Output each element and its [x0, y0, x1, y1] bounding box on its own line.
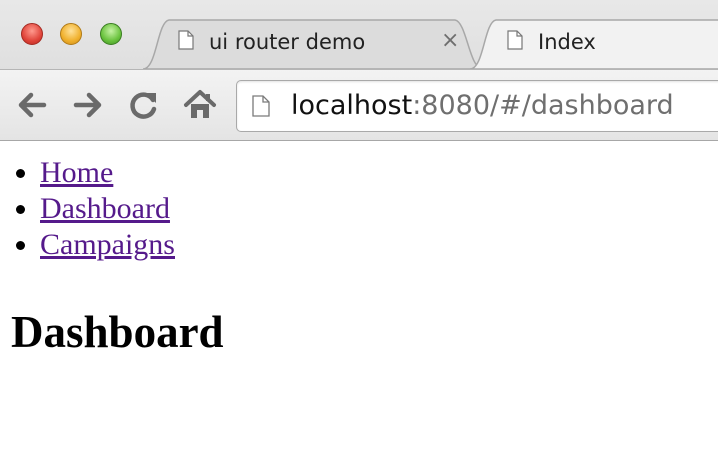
tab-title: ui router demo — [209, 30, 366, 54]
tab-title: Index — [538, 30, 596, 54]
page-icon — [507, 30, 523, 50]
zoom-window-button[interactable] — [100, 23, 122, 45]
page-content: Home Dashboard Campaigns Dashboard — [0, 141, 718, 466]
forward-arrow-icon[interactable] — [70, 87, 106, 123]
dashboard-link[interactable]: Dashboard — [40, 192, 170, 225]
url-host: localhost — [291, 90, 413, 121]
page-title: Dashboard — [11, 307, 224, 357]
nav-list: Home Dashboard Campaigns — [0, 155, 175, 263]
tab-ui-router-demo[interactable]: ui router demo × — [143, 18, 483, 69]
close-tab-icon[interactable]: × — [441, 28, 459, 53]
list-item: Dashboard — [40, 191, 175, 227]
reload-icon[interactable] — [126, 87, 162, 123]
tab-index[interactable]: Index — [470, 18, 718, 69]
address-bar[interactable]: localhost:8080/#/dashboard — [236, 80, 718, 132]
home-link[interactable]: Home — [40, 156, 113, 189]
url-path: :8080/#/dashboard — [412, 90, 674, 121]
page-icon — [178, 30, 194, 50]
list-item: Campaigns — [40, 227, 175, 263]
page-icon — [252, 95, 270, 117]
browser-toolbar: localhost:8080/#/dashboard — [0, 69, 718, 140]
minimize-window-button[interactable] — [60, 23, 82, 45]
back-arrow-icon[interactable] — [14, 87, 50, 123]
home-icon[interactable] — [182, 87, 218, 123]
list-item: Home — [40, 155, 175, 191]
browser-chrome: ui router demo × Index localhost:8080/#/… — [0, 0, 718, 141]
campaigns-link[interactable]: Campaigns — [40, 228, 175, 261]
url-text[interactable]: localhost:8080/#/dashboard — [291, 90, 674, 121]
close-window-button[interactable] — [21, 23, 43, 45]
